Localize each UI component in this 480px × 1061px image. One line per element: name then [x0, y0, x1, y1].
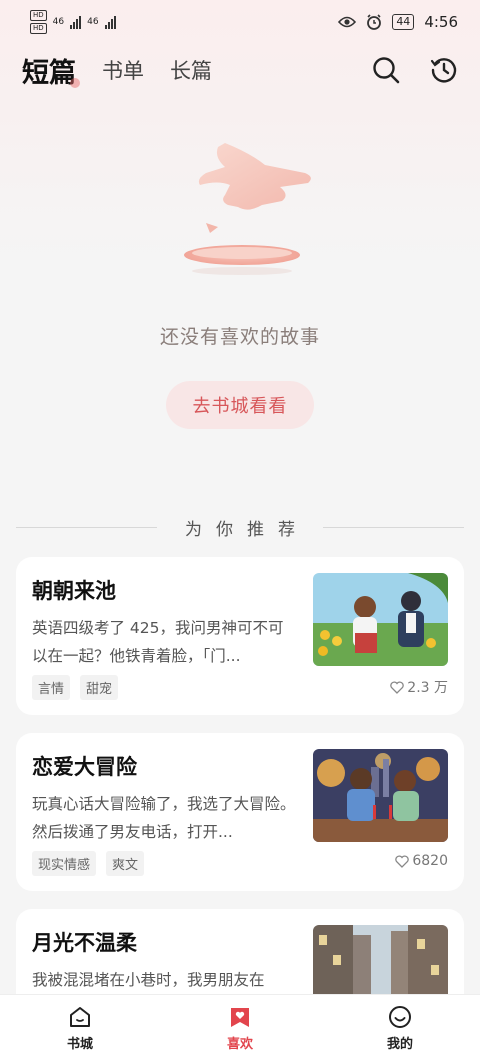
empty-message: 还没有喜欢的故事 [159, 326, 320, 348]
tab-short-stories[interactable]: 短篇 [22, 51, 80, 90]
divider-line [16, 526, 157, 528]
nav-profile[interactable]: 我的 [360, 1005, 440, 1052]
nav-label: 书城 [66, 1036, 93, 1052]
tab-long-stories[interactable]: 长篇 [170, 55, 212, 85]
story-tag[interactable]: 甜宠 [80, 675, 119, 700]
heart-icon [395, 854, 410, 868]
tab-booklists[interactable]: 书单 [102, 55, 144, 85]
status-bar: HD HD 46 46 44 4:56 [0, 0, 480, 44]
story-title: 月光不温柔 [32, 931, 137, 955]
heart-icon [390, 680, 405, 694]
story-cover-image [313, 573, 448, 666]
nav-label: 我的 [386, 1036, 413, 1052]
bottom-navigation: 书城 喜欢 我的 [0, 994, 480, 1061]
network-type-2: 46 [87, 17, 99, 27]
top-tab-bar: 短篇 书单 长篇 [0, 50, 480, 90]
like-count: 6820 [395, 853, 448, 869]
tag-list: 言情 甜宠 [32, 675, 119, 700]
nav-bookstore[interactable]: 书城 [40, 1005, 120, 1052]
recommend-title: 为你推荐 [185, 519, 309, 540]
story-title: 朝朝来池 [32, 579, 116, 603]
battery-indicator: 44 [392, 14, 415, 30]
story-tag[interactable]: 现实情感 [32, 851, 97, 876]
like-count: 2.3 万 [390, 677, 448, 697]
tag-list: 现实情感 爽文 [32, 851, 145, 876]
home-icon [70, 1006, 90, 1027]
nav-favorites[interactable]: 喜欢 [200, 1005, 280, 1052]
history-icon[interactable] [430, 56, 458, 84]
eye-icon [338, 16, 357, 28]
nav-label: 喜欢 [226, 1036, 253, 1052]
story-card[interactable]: 朝朝来池 英语四级考了 425，我问男神可不可以在一起？他铁青着脸，「门... … [16, 557, 464, 715]
signal-icon [70, 15, 82, 29]
story-tag[interactable]: 言情 [32, 675, 71, 700]
network-type-1: 46 [52, 17, 65, 27]
story-summary: 英语四级考了 425，我问男神可不可以在一起？他铁青着脸，「门... [32, 619, 284, 665]
recommend-section-header: 为你推荐 [16, 513, 464, 541]
go-to-bookstore-button[interactable]: 去书城看看 [166, 381, 314, 429]
signal-icon [104, 15, 116, 29]
clock: 4:56 [424, 13, 458, 31]
divider-line [323, 526, 464, 528]
empty-hand-illustration [184, 143, 311, 275]
story-card[interactable]: 恋爱大冒险 玩真心话大冒险输了，我选了大冒险。然后拨通了男友电话，打开... 现… [16, 733, 464, 891]
story-cover-image [313, 749, 448, 842]
story-summary: 玩真心话大冒险输了，我选了大冒险。然后拨通了男友电话，打开... [32, 795, 296, 841]
alarm-icon [367, 14, 382, 30]
story-title: 恋爱大冒险 [32, 755, 137, 779]
story-tag[interactable]: 爽文 [106, 851, 145, 876]
smile-icon [389, 1005, 411, 1028]
network-indicators: HD HD 46 46 [30, 10, 116, 34]
search-icon[interactable] [372, 56, 400, 84]
bookmark-heart-icon [231, 1007, 249, 1027]
